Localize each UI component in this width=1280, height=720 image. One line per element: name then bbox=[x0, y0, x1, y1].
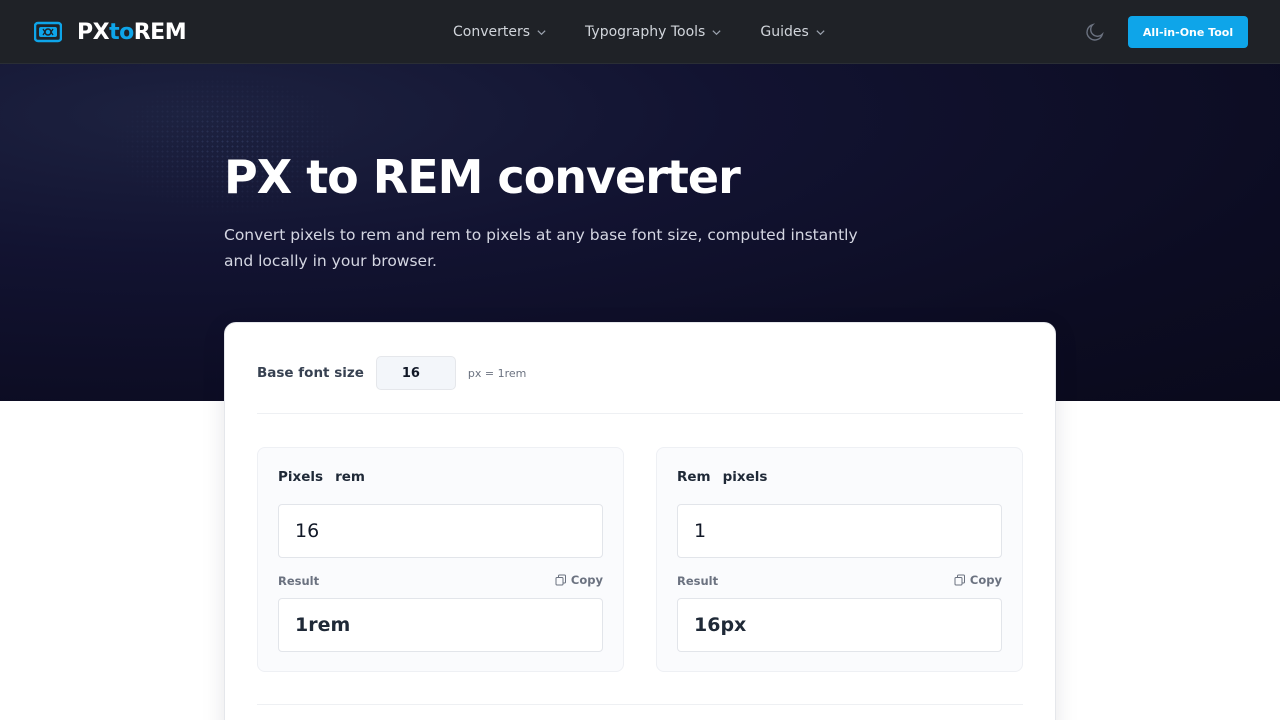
page-subtitle: Convert pixels to rem and rem to pixels … bbox=[224, 226, 858, 270]
base-unit-hint: px = 1rem bbox=[467, 366, 527, 380]
copy-rem-button[interactable]: Copy bbox=[555, 573, 603, 587]
nav-typography-tools[interactable]: Typography Tools bbox=[585, 24, 722, 40]
rem-to-px-panel: Rem pixels Result Copy 16px bbox=[656, 447, 1023, 672]
all-in-one-tool-button[interactable]: All-in-One Tool bbox=[1128, 16, 1248, 48]
rem-result: 1rem bbox=[278, 598, 603, 652]
logo-icon bbox=[34, 21, 62, 43]
px-to-rem-title: Pixels rem bbox=[278, 469, 365, 485]
rem-input[interactable] bbox=[677, 504, 1002, 558]
pixels-input[interactable] bbox=[278, 504, 603, 558]
rem-to-px-title: Rem pixels bbox=[677, 469, 768, 485]
copy-px-button[interactable]: Copy bbox=[954, 573, 1002, 587]
copy-icon bbox=[954, 574, 965, 586]
px-to-rem-panel: Pixels rem Result Copy 1rem bbox=[257, 447, 624, 672]
site-header: PXtoREM Converters Typography Tools Guid… bbox=[0, 0, 1280, 64]
chevron-down-icon bbox=[712, 29, 721, 35]
chevron-down-icon bbox=[537, 29, 546, 35]
divider bbox=[257, 704, 1023, 705]
px-result: 16px bbox=[677, 598, 1002, 652]
result-label: Result bbox=[677, 574, 719, 588]
base-font-size-label: Base font size bbox=[257, 365, 364, 381]
chevron-down-icon bbox=[816, 29, 825, 35]
moon-icon[interactable] bbox=[1084, 21, 1106, 43]
logo-text: PXtoREM bbox=[77, 19, 187, 45]
base-font-size-input[interactable] bbox=[375, 356, 456, 390]
logo[interactable]: PXtoREM bbox=[34, 18, 187, 46]
nav-guides[interactable]: Guides bbox=[760, 24, 825, 40]
divider bbox=[257, 413, 1023, 414]
page-title: PX to REM converter bbox=[224, 150, 741, 204]
copy-icon bbox=[555, 574, 566, 586]
base-font-size-row: Base font size px = 1rem bbox=[257, 356, 526, 390]
converter-card: Base font size px = 1rem Pixels rem Resu… bbox=[224, 322, 1056, 720]
nav-converters[interactable]: Converters bbox=[453, 24, 547, 40]
result-label: Result bbox=[278, 574, 320, 588]
main-nav: Converters Typography Tools Guides bbox=[453, 0, 864, 64]
